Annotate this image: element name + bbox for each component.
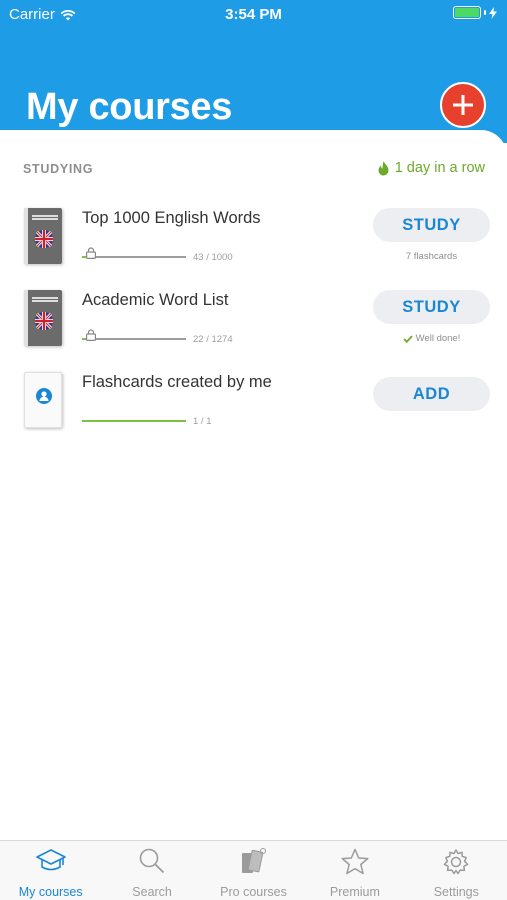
- person-icon: [36, 388, 52, 404]
- tab-pro-courses[interactable]: Pro courses: [203, 841, 304, 900]
- tab-label: Pro courses: [220, 885, 287, 899]
- tab-settings[interactable]: Settings: [406, 841, 507, 900]
- course-title: Flashcards created by me: [82, 373, 272, 391]
- study-button[interactable]: STUDY: [373, 208, 490, 242]
- progress-count: 22 / 1274: [193, 334, 233, 345]
- checkmark-icon: [403, 334, 413, 343]
- search-icon: [139, 848, 165, 874]
- streak-indicator: 1 day in a row: [378, 160, 485, 176]
- battery-icon: [453, 6, 481, 19]
- course-cover: [24, 208, 62, 264]
- study-button[interactable]: STUDY: [373, 290, 490, 324]
- lock-icon: [86, 247, 96, 259]
- uk-flag-icon: [35, 230, 53, 248]
- books-icon: [242, 848, 267, 873]
- tab-label: Premium: [329, 885, 380, 899]
- gear-icon: [444, 849, 469, 875]
- tab-bar: My courses Search Pro courses Premium Se…: [0, 840, 507, 900]
- course-title: Top 1000 English Words: [82, 209, 261, 227]
- streak-label: 1 day in a row: [394, 160, 485, 176]
- course-title: Academic Word List: [82, 291, 229, 309]
- progress-bar: [82, 256, 186, 258]
- battery-indicator: [453, 6, 497, 19]
- flame-icon: [378, 160, 389, 175]
- tab-label: My courses: [18, 885, 83, 899]
- plus-icon: [453, 95, 473, 115]
- charging-bolt-icon: [489, 6, 497, 19]
- well-done-status: Well done!: [373, 333, 490, 344]
- course-cover: [24, 290, 62, 346]
- tab-label: Search: [132, 885, 172, 899]
- course-cover: [24, 372, 62, 428]
- uk-flag-icon: [35, 312, 53, 330]
- section-label: STUDYING: [23, 162, 94, 176]
- flashcard-count: 7 flashcards: [405, 251, 458, 262]
- status-bar: Carrier 3:54 PM: [0, 0, 507, 28]
- graduation-cap-icon: [35, 849, 66, 871]
- star-icon: [341, 848, 369, 875]
- tab-my-courses[interactable]: My courses: [0, 841, 101, 900]
- course-item[interactable]: Flashcards created by me 1 / 1 ADD: [0, 370, 507, 450]
- tab-label: Settings: [433, 885, 479, 899]
- page-title: My courses: [26, 86, 233, 128]
- add-course-button[interactable]: [440, 82, 486, 128]
- tab-search[interactable]: Search: [101, 841, 202, 900]
- progress-count: 1 / 1: [193, 416, 212, 427]
- course-item[interactable]: Academic Word List 22 / 1274 STUDY Well …: [0, 288, 507, 368]
- lock-icon: [86, 329, 96, 341]
- add-button[interactable]: ADD: [373, 377, 490, 411]
- tab-premium[interactable]: Premium: [304, 841, 405, 900]
- progress-bar: [82, 420, 186, 422]
- course-item[interactable]: Top 1000 English Words 43 / 1000 STUDY 7…: [0, 206, 507, 286]
- progress-bar: [82, 338, 186, 340]
- clock: 3:54 PM: [225, 6, 282, 23]
- progress-count: 43 / 1000: [193, 252, 233, 263]
